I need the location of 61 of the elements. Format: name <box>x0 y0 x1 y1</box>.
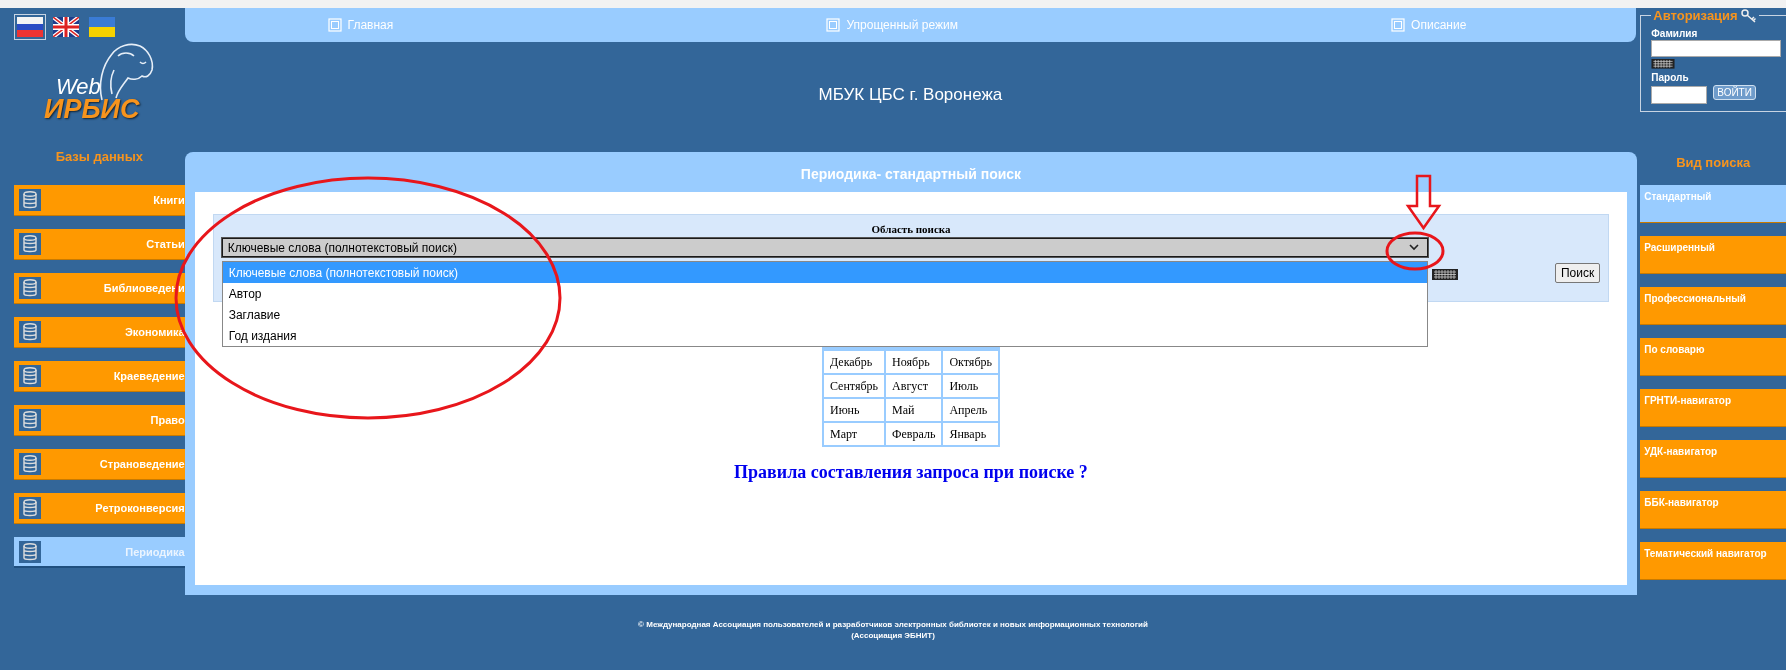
login-button[interactable]: ВОЙТИ <box>1713 85 1756 100</box>
search-type-item[interactable]: ГРНТИ-навигатор <box>1640 389 1786 427</box>
dropdown-option[interactable]: Заглавие <box>222 304 1427 325</box>
dropdown-option[interactable]: Год издания <box>222 325 1427 346</box>
dropdown-option[interactable]: Автор <box>222 283 1427 304</box>
database-icon <box>19 453 41 475</box>
database-icon <box>19 365 41 387</box>
search-type-item[interactable]: УДК-навигатор <box>1640 440 1786 478</box>
window-icon <box>826 18 841 32</box>
keyboard-icon[interactable] <box>1651 59 1676 69</box>
chevron-down-icon <box>1408 244 1419 251</box>
panel-title: Периодика- стандартный поиск <box>799 165 1023 184</box>
database-item[interactable]: Периодика <box>14 537 185 568</box>
annotation-circle <box>1385 231 1445 271</box>
database-icon <box>19 321 41 343</box>
search-type-item[interactable]: По словарю <box>1640 338 1786 376</box>
nav-link[interactable]: Упрощенный режим <box>826 18 958 32</box>
search-type-item[interactable]: Тематический навигатор <box>1640 542 1786 580</box>
surname-label: Фамилия <box>1651 28 1698 39</box>
search-button[interactable]: Поиск <box>1555 263 1601 283</box>
password-field[interactable] <box>1651 86 1708 104</box>
database-item[interactable]: Статьи <box>14 229 185 260</box>
database-icon <box>19 277 41 299</box>
database-icon <box>19 497 41 519</box>
search-type-item[interactable]: ББК-навигатор <box>1640 491 1786 529</box>
uk-flag-icon[interactable] <box>50 14 82 40</box>
russia-flag-icon[interactable] <box>14 14 46 40</box>
footer-text: (Ассоциация ЭБНИТ) <box>851 629 935 641</box>
key-icon <box>1740 8 1757 23</box>
database-item[interactable]: Библиоведени <box>14 273 185 304</box>
database-item[interactable]: Право <box>14 405 185 436</box>
database-item[interactable]: Страноведение <box>14 449 185 480</box>
password-label: Пароль <box>1651 72 1689 83</box>
window-icon <box>327 18 342 32</box>
rules-link[interactable]: Правила составления запроса при поиске ? <box>734 462 1088 483</box>
database-item[interactable]: Краеведение <box>14 361 185 392</box>
nav-link[interactable]: Описание <box>1391 18 1467 32</box>
database-icon <box>19 409 41 431</box>
search-type-item[interactable]: Профессиональный <box>1640 287 1786 325</box>
database-icon <box>19 540 41 563</box>
search-area-select[interactable]: Ключевые слова (полнотекстовый поиск) <box>221 238 1428 257</box>
surname-field[interactable] <box>1651 40 1782 58</box>
database-icon <box>19 233 41 255</box>
keyboard-icon[interactable] <box>1431 268 1458 280</box>
search-area-label: Область поиска <box>870 223 952 235</box>
site-title: МБУК ЦБС г. Воронежа <box>817 84 1004 106</box>
database-item[interactable]: Ретроконверсия <box>14 493 185 524</box>
database-item[interactable]: Экономика <box>14 317 185 348</box>
database-item[interactable]: Книги <box>14 185 185 216</box>
search-type-item[interactable]: Стандартный <box>1640 185 1786 223</box>
footer-text: © Международная Ассоциация пользователей и разработчиков электронных библиотек и новых информационных технологий <box>638 618 1148 630</box>
sidebar-heading: Вид поиска <box>1675 154 1752 172</box>
window-icon <box>1391 18 1406 32</box>
dropdown-option[interactable]: Ключевые слова (полнотекстовый поиск) <box>222 262 1427 283</box>
annotation-arrow <box>1405 174 1442 231</box>
ukraine-flag-icon[interactable] <box>86 14 118 40</box>
search-type-item[interactable]: Расширенный <box>1640 236 1786 274</box>
auth-legend: Авторизация <box>1653 8 1738 23</box>
nav-link[interactable]: Главная <box>327 18 394 32</box>
database-icon <box>19 189 41 211</box>
sidebar-heading: Базы данных <box>54 147 145 166</box>
